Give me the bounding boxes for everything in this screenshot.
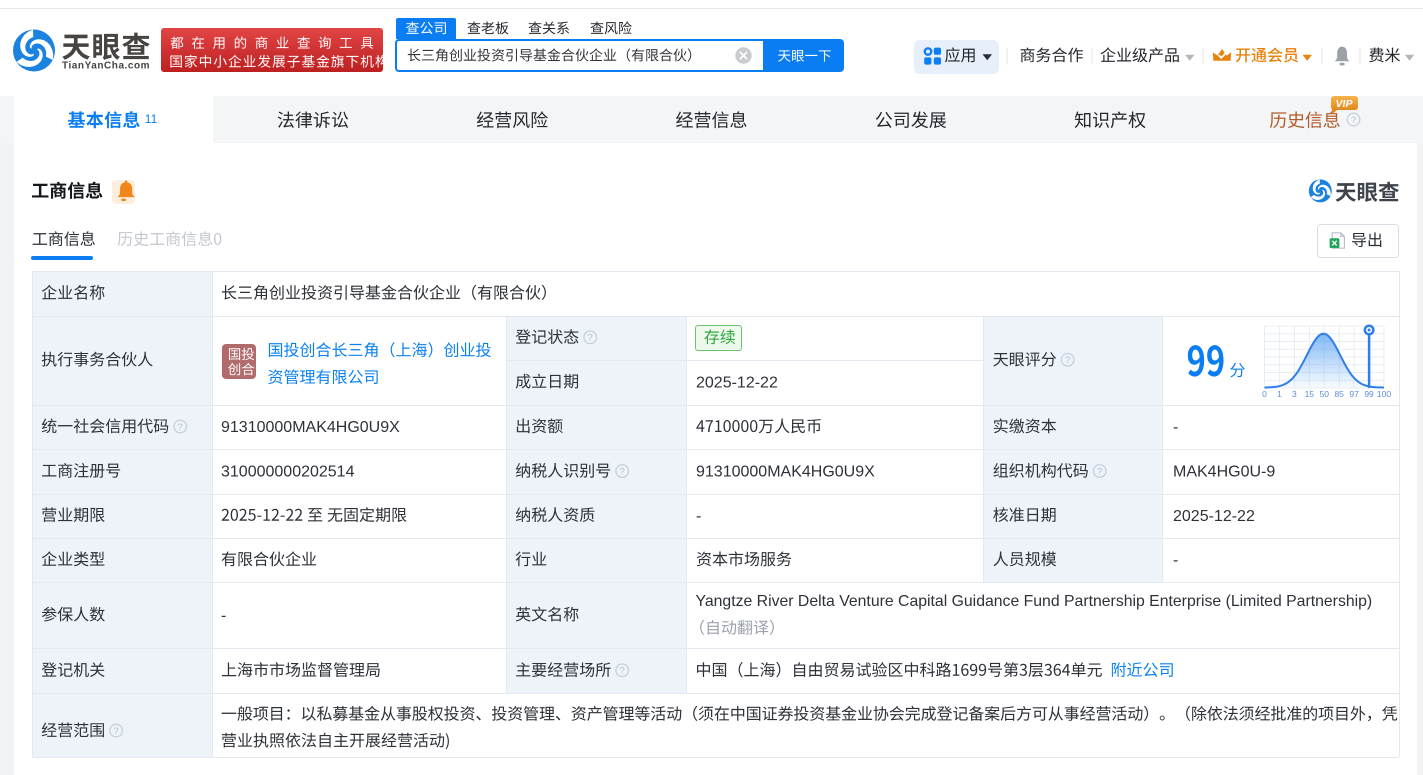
svg-text:?: ? (620, 466, 625, 477)
svg-text:VIP: VIP (1336, 98, 1354, 110)
svg-text:50: 50 (1320, 389, 1330, 399)
svg-text:-: - (221, 607, 226, 624)
svg-text:15: 15 (1305, 389, 1315, 399)
svg-text:-: - (1173, 552, 1178, 569)
svg-text:2025-12-22: 2025-12-22 (1173, 508, 1255, 525)
svg-text:91310000MAK4HG0U9X: 91310000MAK4HG0U9X (221, 419, 400, 436)
svg-text:?: ? (114, 726, 119, 737)
svg-text:11: 11 (145, 112, 158, 126)
svg-text:99: 99 (1364, 389, 1374, 399)
svg-text:?: ? (1097, 466, 1102, 477)
svg-text:TianYanCha.com: TianYanCha.com (62, 61, 150, 72)
svg-text:85: 85 (1334, 389, 1344, 399)
svg-text:100: 100 (1377, 389, 1391, 399)
svg-text:310000000202514: 310000000202514 (221, 464, 355, 481)
svg-text:97: 97 (1349, 389, 1359, 399)
svg-text:?: ? (178, 422, 183, 433)
svg-text:3: 3 (1292, 389, 1297, 399)
svg-text:?: ? (620, 666, 625, 677)
svg-text:?: ? (588, 333, 593, 344)
svg-text:?: ? (1351, 115, 1356, 126)
svg-text:MAK4HG0U-9: MAK4HG0U-9 (1173, 464, 1275, 481)
svg-text:2025-12-22: 2025-12-22 (696, 374, 778, 391)
svg-text:-: - (696, 508, 701, 525)
svg-text:0: 0 (1262, 389, 1267, 399)
svg-text:?: ? (1065, 355, 1070, 366)
svg-text:Yangtze River Delta Venture Ca: Yangtze River Delta Venture Capital Guid… (696, 593, 1373, 610)
svg-text:91310000MAK4HG0U9X: 91310000MAK4HG0U9X (696, 464, 875, 481)
svg-text:1: 1 (1277, 389, 1282, 399)
svg-text:-: - (1173, 419, 1178, 436)
